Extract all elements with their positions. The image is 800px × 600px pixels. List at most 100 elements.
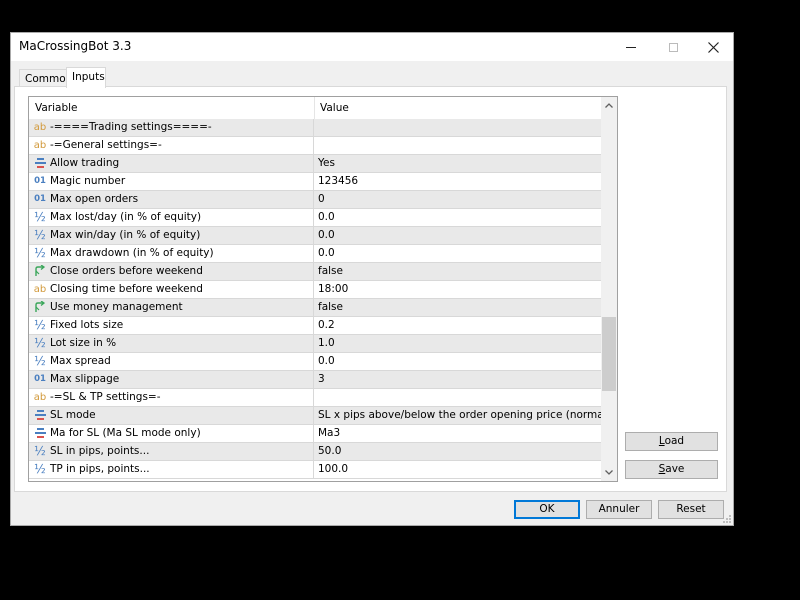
variable-name: Use money management: [50, 301, 183, 313]
tab-common[interactable]: Common: [19, 69, 72, 87]
resize-grip[interactable]: [723, 515, 731, 523]
value-cell[interactable]: Yes: [315, 155, 604, 172]
value-cell[interactable]: false: [315, 299, 604, 316]
table-row[interactable]: ½ Fixed lots size 0.2: [29, 317, 601, 335]
variable-name: Closing time before weekend: [50, 283, 203, 295]
table-row[interactable]: ½ TP in pips, points... 100.0: [29, 461, 601, 479]
variable-name: SL mode: [50, 409, 96, 421]
table-row[interactable]: 01 Max slippage 3: [29, 371, 601, 389]
variable-cell[interactable]: Allow trading: [29, 155, 314, 172]
value-cell[interactable]: false: [315, 263, 604, 280]
value-cell[interactable]: 0.0: [315, 209, 604, 226]
variable-cell[interactable]: ½ Max spread: [29, 353, 314, 370]
grid-rows: ab -====Trading settings====- ab -=General …: [29, 119, 604, 479]
maximize-icon: [668, 42, 678, 52]
variable-cell[interactable]: Ma for SL (Ma SL mode only): [29, 425, 314, 442]
value-cell[interactable]: [315, 119, 604, 136]
tab-inputs[interactable]: Inputs: [66, 67, 106, 88]
variable-name: Max open orders: [50, 193, 139, 205]
variable-cell[interactable]: ½ TP in pips, points...: [29, 461, 314, 478]
value-cell[interactable]: 0.0: [315, 353, 604, 370]
variable-cell[interactable]: Use money management: [29, 299, 314, 316]
minimize-icon: [626, 46, 636, 48]
variable-cell[interactable]: ½ Max win/day (in % of equity): [29, 227, 314, 244]
cancel-button[interactable]: Annuler: [586, 500, 652, 519]
boolean-icon: [33, 299, 47, 316]
variable-cell[interactable]: 01 Max open orders: [29, 191, 314, 208]
table-row[interactable]: ab -=SL & TP settings=-: [29, 389, 601, 407]
table-row[interactable]: 01 Magic number 123456: [29, 173, 601, 191]
column-header-variable[interactable]: Variable: [29, 97, 314, 119]
variable-cell[interactable]: ab -====Trading settings====-: [29, 119, 314, 136]
table-row[interactable]: 01 Max open orders 0: [29, 191, 601, 209]
scroll-down-button[interactable]: [601, 464, 617, 481]
ok-button[interactable]: OK: [514, 500, 580, 519]
table-row[interactable]: ½ Max drawdown (in % of equity) 0.0: [29, 245, 601, 263]
table-row[interactable]: ½ Max spread 0.0: [29, 353, 601, 371]
double-icon: ½: [34, 462, 46, 476]
variable-name: Max win/day (in % of equity): [50, 229, 201, 241]
save-button[interactable]: Save: [625, 460, 718, 479]
table-row[interactable]: ab -====Trading settings====-: [29, 119, 601, 137]
table-row[interactable]: ½ SL in pips, points... 50.0: [29, 443, 601, 461]
maximize-button[interactable]: [651, 33, 695, 61]
close-icon: [707, 41, 719, 53]
value-cell[interactable]: 0.2: [315, 317, 604, 334]
variable-cell[interactable]: ab Closing time before weekend: [29, 281, 314, 298]
vertical-scrollbar[interactable]: [601, 97, 617, 481]
double-icon: ½: [34, 444, 46, 458]
value-cell[interactable]: 0.0: [315, 227, 604, 244]
double-icon: ½: [34, 354, 46, 368]
value-cell[interactable]: 50.0: [315, 443, 604, 460]
variable-name: -=SL & TP settings=-: [50, 391, 161, 403]
variable-name: Allow trading: [50, 157, 120, 169]
variable-name: Max slippage: [50, 373, 120, 385]
variable-cell[interactable]: ab -=SL & TP settings=-: [29, 389, 314, 406]
table-row[interactable]: ab Closing time before weekend 18:00: [29, 281, 601, 299]
reset-button[interactable]: Reset: [658, 500, 724, 519]
table-row[interactable]: Close orders before weekend false: [29, 263, 601, 281]
table-row[interactable]: Use money management false: [29, 299, 601, 317]
title-bar[interactable]: MaCrossingBot 3.3: [11, 33, 733, 61]
variable-cell[interactable]: 01 Magic number: [29, 173, 314, 190]
value-cell[interactable]: 0.0: [315, 245, 604, 262]
variable-cell[interactable]: ½ Fixed lots size: [29, 317, 314, 334]
variable-name: Max spread: [50, 355, 111, 367]
table-row[interactable]: Ma for SL (Ma SL mode only) Ma3: [29, 425, 601, 443]
double-icon: ½: [34, 318, 46, 332]
minimize-button[interactable]: [609, 33, 653, 61]
table-row[interactable]: SL mode SL x pips above/below the order o…: [29, 407, 604, 425]
variable-cell[interactable]: ab -=General settings=-: [29, 137, 314, 154]
table-row[interactable]: ½ Max lost/day (in % of equity) 0.0: [29, 209, 601, 227]
value-cell[interactable]: 1.0: [315, 335, 604, 352]
load-button[interactable]: Load: [625, 432, 718, 451]
variable-cell[interactable]: ½ Lot size in %: [29, 335, 314, 352]
scrollbar-thumb[interactable]: [602, 317, 616, 391]
value-cell[interactable]: 100.0: [315, 461, 604, 478]
variable-name: Fixed lots size: [50, 319, 124, 331]
variable-cell[interactable]: ½ SL in pips, points...: [29, 443, 314, 460]
value-cell[interactable]: 18:00: [315, 281, 604, 298]
variable-name: Ma for SL (Ma SL mode only): [50, 427, 201, 439]
value-cell[interactable]: SL x pips above/below the order opening …: [315, 407, 604, 424]
scroll-up-button[interactable]: [601, 97, 617, 114]
value-cell[interactable]: 3: [315, 371, 604, 388]
string-ab-icon: ab: [33, 122, 47, 133]
variable-cell[interactable]: SL mode: [29, 407, 314, 424]
variable-cell[interactable]: ½ Max drawdown (in % of equity): [29, 245, 314, 262]
value-cell[interactable]: Ma3: [315, 425, 604, 442]
value-cell[interactable]: 123456: [315, 173, 604, 190]
close-button[interactable]: [691, 33, 735, 61]
variable-cell[interactable]: Close orders before weekend: [29, 263, 314, 280]
string-ab-icon: ab: [33, 392, 47, 403]
table-row[interactable]: ab -=General settings=-: [29, 137, 601, 155]
value-cell[interactable]: 0: [315, 191, 604, 208]
table-row[interactable]: ½ Lot size in % 1.0: [29, 335, 601, 353]
value-cell[interactable]: [315, 137, 604, 154]
column-header-value[interactable]: Value: [314, 97, 605, 119]
variable-cell[interactable]: 01 Max slippage: [29, 371, 314, 388]
table-row[interactable]: ½ Max win/day (in % of equity) 0.0: [29, 227, 601, 245]
variable-cell[interactable]: ½ Max lost/day (in % of equity): [29, 209, 314, 226]
value-cell[interactable]: [315, 389, 604, 406]
table-row[interactable]: Allow trading Yes: [29, 155, 601, 173]
